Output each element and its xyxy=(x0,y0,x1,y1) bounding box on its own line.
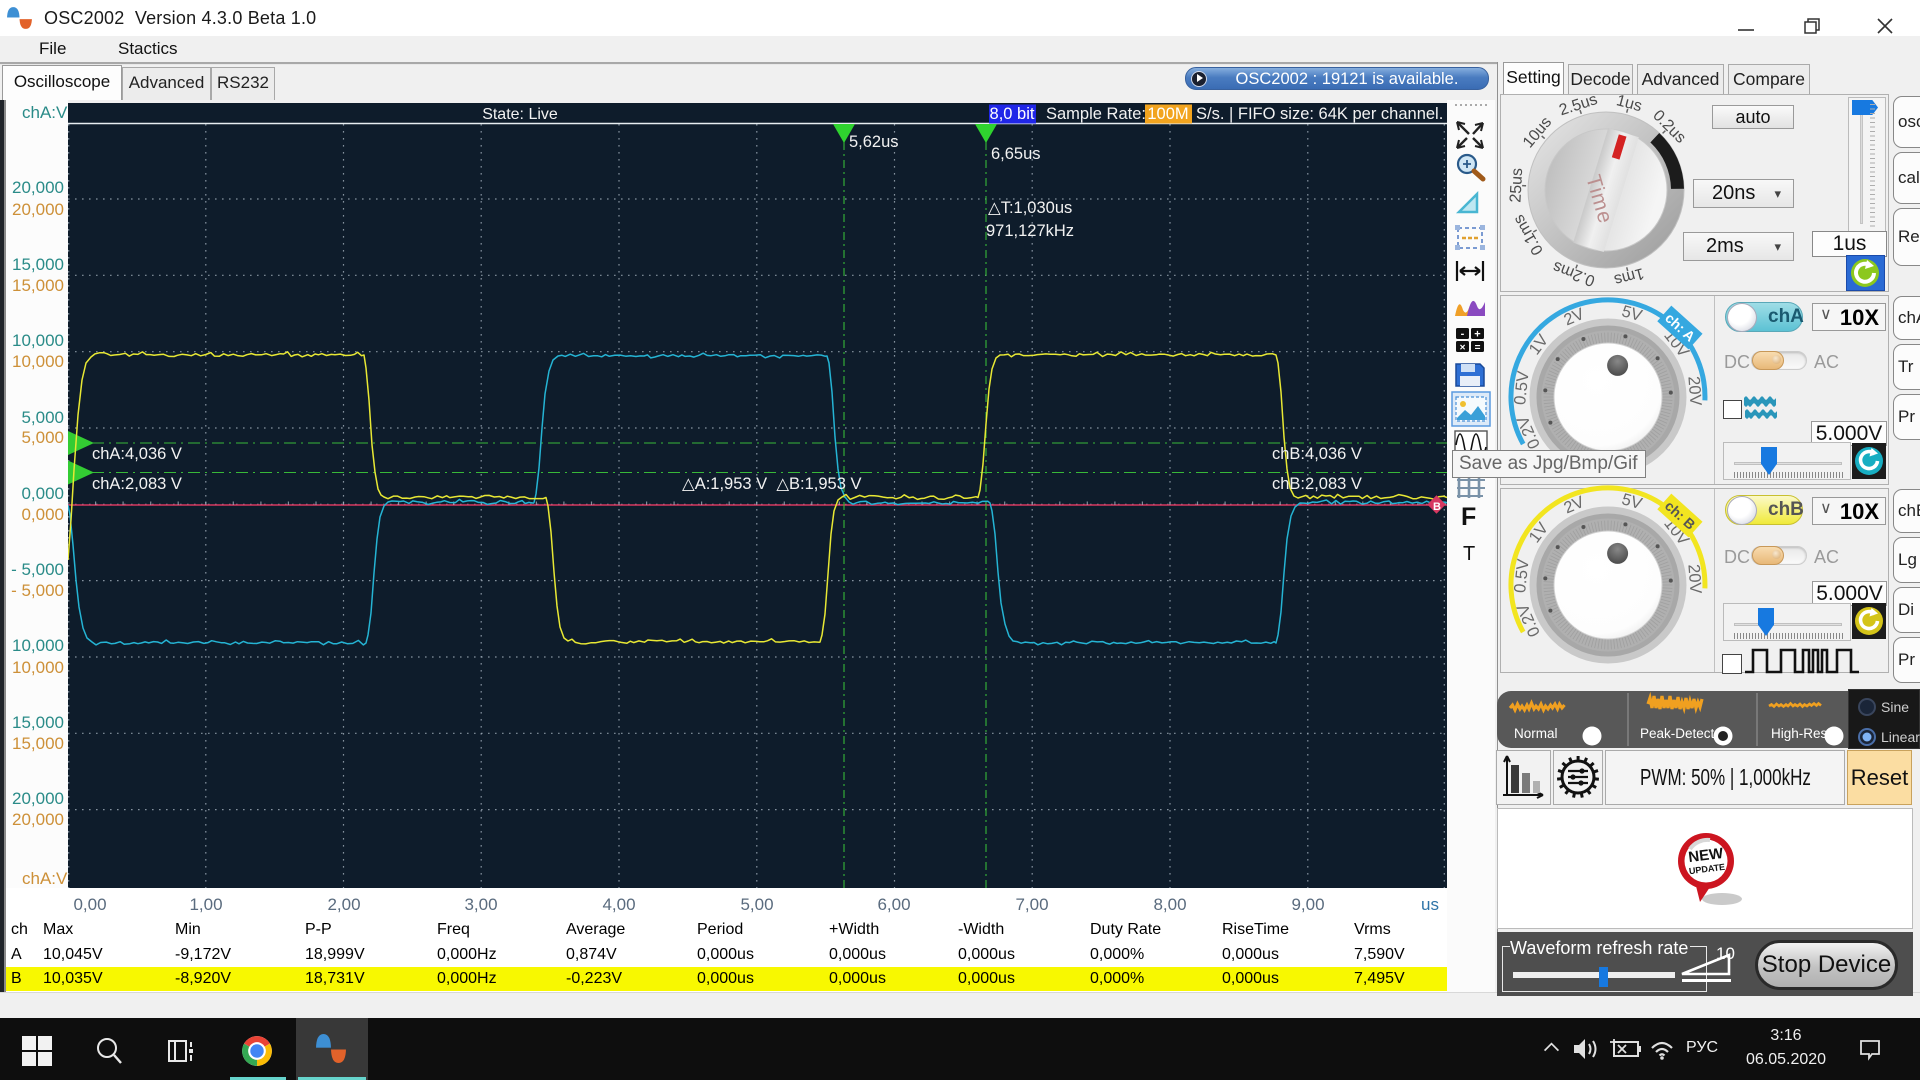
svg-text:971,127kHz: 971,127kHz xyxy=(986,222,1074,240)
svg-text:F: F xyxy=(1461,503,1476,531)
svg-text:6,65us: 6,65us xyxy=(991,145,1041,163)
svg-text:20V: 20V xyxy=(1684,564,1704,595)
svg-text:chB:4,036 V: chB:4,036 V xyxy=(1272,445,1362,463)
svg-text:Sample Rate:: Sample Rate: xyxy=(1046,105,1146,123)
svg-text:×: × xyxy=(1460,343,1466,354)
svg-text:Peak-Detect: Peak-Detect xyxy=(1640,726,1715,741)
svg-text:100M: 100M xyxy=(1147,105,1188,123)
svg-text:0.5V: 0.5V xyxy=(1511,558,1532,594)
svg-text:1us: 1us xyxy=(1614,92,1643,115)
svg-text:Normal: Normal xyxy=(1514,726,1558,741)
svg-text:chA:4,036 V: chA:4,036 V xyxy=(92,445,182,463)
svg-text:chB:2,083 V: chB:2,083 V xyxy=(1272,475,1362,493)
svg-text:8,0 bit: 8,0 bit xyxy=(990,105,1035,123)
svg-text:+: + xyxy=(1474,329,1480,341)
svg-text:1ms: 1ms xyxy=(1612,264,1646,288)
svg-text:S/s. | FIFO size: 64K per chan: S/s. | FIFO size: 64K per channel. xyxy=(1196,105,1443,123)
svg-text:20V: 20V xyxy=(1684,376,1704,407)
svg-text:High-Res: High-Res xyxy=(1771,726,1828,741)
svg-text:=: = xyxy=(1475,343,1481,354)
svg-text:State: Live: State: Live xyxy=(482,106,558,123)
svg-text:Sine: Sine xyxy=(1881,699,1909,715)
svg-text:T: T xyxy=(1463,543,1475,565)
svg-text:5,62us: 5,62us xyxy=(849,133,899,151)
svg-text:Linear: Linear xyxy=(1881,729,1920,745)
svg-text:△T:1,030us: △T:1,030us xyxy=(988,199,1072,217)
svg-text:B: B xyxy=(1433,501,1441,513)
svg-text:chA:2,083 V: chA:2,083 V xyxy=(92,475,182,493)
svg-text:0.5V: 0.5V xyxy=(1511,370,1532,406)
svg-text:-: - xyxy=(1461,328,1465,340)
svg-text:△A:1,953 V △B:1,953 V: △A:1,953 V △B:1,953 V xyxy=(682,475,862,493)
